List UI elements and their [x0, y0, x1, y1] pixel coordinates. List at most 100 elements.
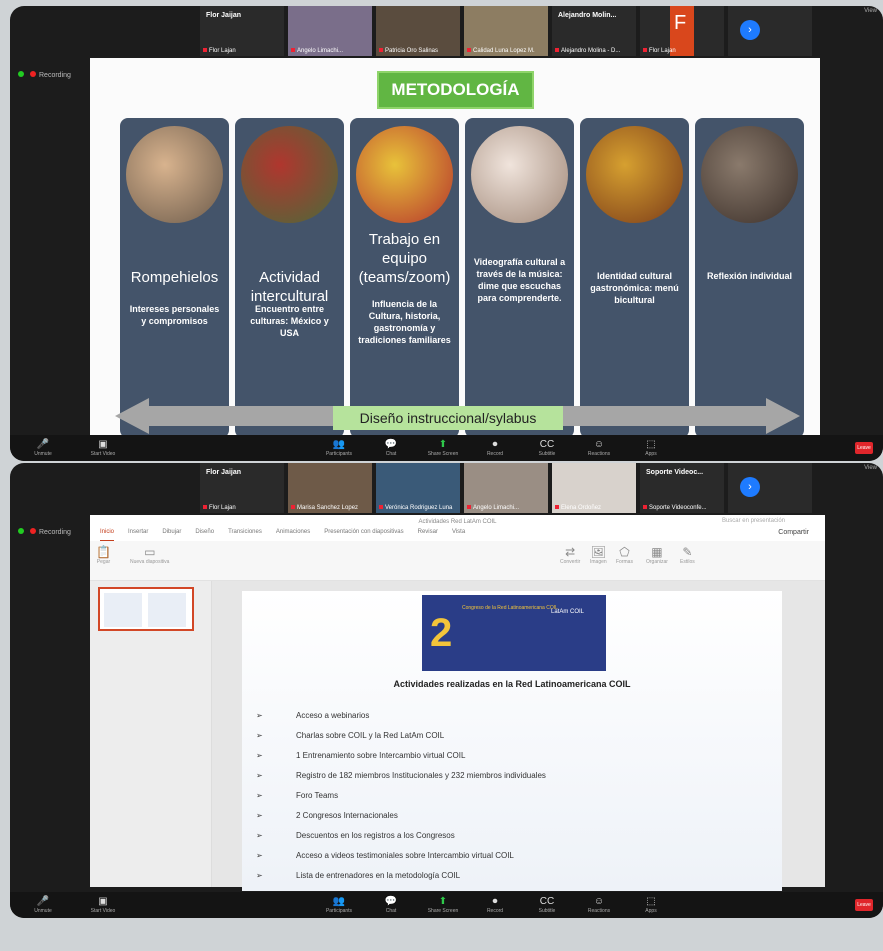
arrange-button[interactable]: ▦ Organizar [646, 545, 668, 565]
ribbon-tab[interactable]: Dibujar [162, 529, 181, 541]
bullet-text: Registro de 182 miembros Institucionales… [296, 771, 546, 780]
card-title: Rompehielos [130, 269, 219, 286]
recording-label: Recording [39, 72, 71, 79]
share-screen-button[interactable]: ⬆ Share Screen [424, 896, 462, 914]
microphone-icon: 🎤 [36, 896, 50, 907]
toolbar-label: Chat [385, 908, 397, 914]
new-slide-button[interactable]: ▭ Nueva diapositiva [130, 545, 169, 565]
bullet-item: ➢ Lista de entrenadores en la metodología… [256, 871, 460, 880]
recording-indicator: Recording [18, 528, 71, 536]
record-button[interactable]: ⏺ Record [476, 439, 514, 457]
ribbon-tab[interactable]: Inicio [100, 529, 115, 541]
participant-tile[interactable]: Alejandro Molin... Alejandro Molina - D..… [552, 6, 636, 56]
record-icon: ⏺ [492, 896, 498, 907]
participant-gallery: Flor Jaijan Flor Lajan Marisa Sanchez Lope… [200, 463, 883, 513]
styles-icon: ✎ [682, 545, 693, 559]
participant-tile[interactable]: Angelo Limachi... [464, 463, 548, 513]
ribbon-tab[interactable]: Diseño [195, 529, 214, 541]
recording-indicator: Recording [18, 71, 71, 79]
participants-icon: 👥 [332, 896, 346, 907]
ribbon-tab[interactable]: Revisar [418, 529, 438, 541]
picture-button[interactable]: 🖼 Imagen [590, 545, 607, 565]
participants-icon: 👥 [332, 439, 346, 450]
next-page-icon[interactable]: › [740, 20, 760, 40]
apps-icon: ⬚ [646, 439, 656, 450]
apps-button[interactable]: ⬚ Apps [632, 439, 670, 457]
ribbon: 📋 Pegar ▭ Nueva diapositiva ⇄ Convertir 🖼 Image… [90, 541, 825, 581]
slide-title: Actividades realizadas en la Red Latinoa… [393, 679, 631, 689]
participant-tile[interactable]: › [728, 6, 812, 56]
toolbar-label: Chat [385, 451, 397, 457]
participant-display-name: Flor Jaijan [206, 469, 242, 476]
chat-button[interactable]: 💬 Chat [372, 439, 410, 457]
card-subtitle: Intereses personales y compromisos [129, 304, 220, 326]
participant-tile[interactable]: Flor Jaijan Flor Lajan [200, 6, 284, 56]
bullet-item: ➢ 2 Congresos Internacionales [256, 811, 398, 820]
ribbon-tab[interactable]: Vista [452, 529, 465, 541]
ribbon-label: Nueva diapositiva [130, 559, 170, 565]
slide-thumbnails [90, 581, 212, 887]
toolbar-label: Share Screen [427, 908, 459, 914]
participant-tile[interactable]: Angelo Limachi... [288, 6, 372, 56]
participant-tile[interactable]: Patricia Oro Salinas [376, 6, 460, 56]
participant-tile[interactable]: › [728, 463, 812, 513]
participant-name: Flor Lajan [203, 505, 236, 511]
participants-button[interactable]: 👥 Participants [320, 896, 358, 914]
paste-button[interactable]: 📋 Pegar [96, 545, 111, 565]
participant-name: Flor Lajan [203, 48, 236, 54]
unmute-button[interactable]: 🎤 Unmute [24, 896, 62, 914]
participant-tile[interactable]: Soporte Videoc... Soporte Videoconfe... [640, 463, 724, 513]
methodology-card: Rompehielos Intereses personales y compro… [120, 118, 229, 438]
next-page-icon[interactable]: › [740, 477, 760, 497]
participant-tile[interactable]: Verónica Rodriguez Luna [376, 463, 460, 513]
convert-button[interactable]: ⇄ Convertir [560, 545, 580, 565]
record-button[interactable]: ⏺ Record [476, 896, 514, 914]
subtitle-button[interactable]: CC Subtitle [528, 439, 566, 457]
unmute-button[interactable]: 🎤 Unmute [24, 439, 62, 457]
zoom-window-2: Flor Jaijan Flor Lajan Marisa Sanchez Lope… [10, 463, 883, 918]
banner-number: 2 [430, 611, 453, 655]
apps-icon: ⬚ [646, 896, 656, 907]
leave-button[interactable]: Leave [855, 899, 873, 911]
ribbon-tab[interactable]: Insertar [128, 529, 148, 541]
view-button[interactable]: View [864, 465, 877, 471]
leave-button[interactable]: Leave [855, 442, 873, 454]
styles-button[interactable]: ✎ Estilos [680, 545, 695, 565]
shapes-icon: ⬠ [619, 545, 630, 559]
reactions-button[interactable]: ☺ Reactions [580, 896, 618, 914]
methodology-card: Actividad intercultural Encuentro entre c… [235, 118, 344, 438]
participant-tile[interactable]: Marisa Sanchez Lopez [288, 463, 372, 513]
reactions-button[interactable]: ☺ Reactions [580, 439, 618, 457]
shapes-button[interactable]: ⬠ Formas [616, 545, 633, 565]
toolbar-label: Participants [325, 908, 353, 914]
ribbon-tab[interactable]: Presentación con diapositivas [324, 529, 403, 541]
participant-tile[interactable]: Elena Ordoñez [552, 463, 636, 513]
participant-name: Angelo Limachi... [291, 48, 343, 54]
share-screen-button[interactable]: ⬆ Share Screen [424, 439, 462, 457]
start-video-button[interactable]: ▣ Start Video [84, 439, 122, 457]
ribbon-label: Organizar [646, 559, 668, 565]
start-video-button[interactable]: ▣ Start Video [84, 896, 122, 914]
participant-name: Calidad Luna Lopez M. [467, 48, 535, 54]
toolbar-label: Unmute [34, 451, 52, 457]
participant-tile[interactable]: Calidad Luna Lopez M. [464, 6, 548, 56]
chat-button[interactable]: 💬 Chat [372, 896, 410, 914]
slide-thumbnail[interactable] [98, 587, 194, 631]
search-input[interactable]: Buscar en presentación [722, 518, 785, 524]
ribbon-tab[interactable]: Transiciones [228, 529, 262, 541]
ribbon-tab[interactable]: Animaciones [276, 529, 310, 541]
toolbar-label: Start Video [90, 451, 116, 457]
bullet-arrow-icon: ➢ [256, 751, 263, 760]
share-button[interactable]: Compartir [778, 529, 809, 536]
picture-icon: 🖼 [590, 545, 606, 559]
apps-button[interactable]: ⬚ Apps [632, 896, 670, 914]
methodology-card: Videografía cultural a través de la músi… [465, 118, 574, 438]
ribbon-tabs: Inicio Insertar Dibujar Diseño Transiciones A… [100, 529, 815, 541]
participant-tile[interactable]: F Flor Lajan [640, 6, 724, 56]
view-button[interactable]: View [864, 8, 877, 14]
bullet-text: Acceso a videos testimoniales sobre Inte… [296, 851, 514, 860]
toolbar-label: Apps [645, 451, 657, 457]
participants-button[interactable]: 👥 Participants [320, 439, 358, 457]
participant-tile[interactable]: Flor Jaijan Flor Lajan [200, 463, 284, 513]
subtitle-button[interactable]: CC Subtitle [528, 896, 566, 914]
